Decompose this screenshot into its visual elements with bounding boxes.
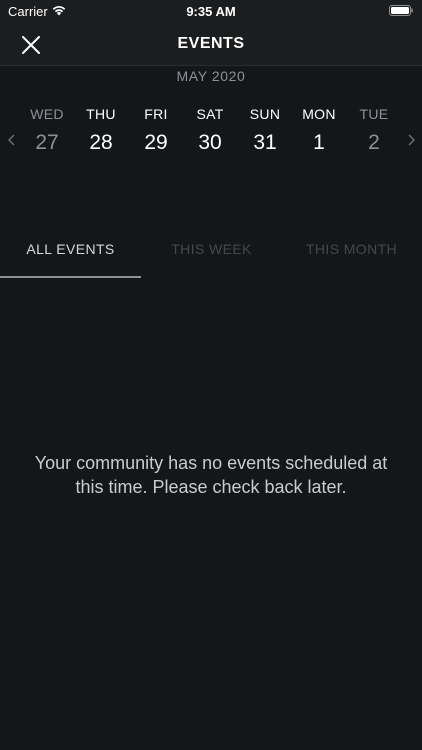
day-name: SUN — [249, 106, 281, 122]
active-tab-indicator — [0, 276, 141, 278]
tab-this-month[interactable]: THIS MONTH — [281, 228, 422, 280]
day-number: 30 — [198, 131, 222, 154]
day-name: SAT — [196, 106, 224, 122]
chevron-left-icon — [7, 134, 14, 146]
battery-icon — [389, 5, 413, 16]
tab-this-week[interactable]: THIS WEEK — [141, 228, 282, 280]
nav-bar: EVENTS — [0, 24, 422, 66]
day-name: MON — [302, 106, 336, 122]
next-week-button[interactable] — [404, 132, 418, 148]
tab-all-events[interactable]: ALL EVENTS — [0, 228, 141, 280]
day-number: 1 — [313, 131, 325, 154]
status-time: 9:35 AM — [186, 4, 236, 19]
day-number: 31 — [253, 131, 277, 154]
empty-state-message: Your community has no events scheduled a… — [34, 453, 388, 497]
week-strip: WED 27 THU 28 FRI 29 SAT 30 SUN 31 MON 1… — [0, 98, 422, 178]
day-cell[interactable]: TUE 2 — [347, 106, 401, 155]
filter-tabs: ALL EVENTS THIS WEEK THIS MONTH — [0, 228, 422, 280]
day-cell[interactable]: FRI 29 — [129, 106, 183, 155]
day-number: 27 — [35, 131, 59, 154]
day-number: 29 — [144, 131, 168, 154]
day-name: TUE — [359, 106, 389, 122]
day-cell[interactable]: MON 1 — [292, 106, 346, 155]
month-label: MAY 2020 — [176, 68, 246, 84]
chevron-right-icon — [408, 134, 415, 146]
day-cell[interactable]: WED 27 — [20, 106, 74, 155]
day-number: 28 — [89, 131, 113, 154]
page-title: EVENTS — [177, 35, 245, 52]
events-screen: Carrier 9:35 AM EVENTS MAY 2020 WED 27 T… — [0, 0, 422, 750]
day-number: 2 — [368, 131, 380, 154]
day-name: WED — [30, 106, 64, 122]
day-name: THU — [86, 106, 116, 122]
day-cell[interactable]: THU 28 — [74, 106, 128, 155]
day-cell[interactable]: SUN 31 — [238, 106, 292, 155]
prev-week-button[interactable] — [4, 132, 18, 148]
day-name: FRI — [144, 106, 168, 122]
status-bar: Carrier 9:35 AM — [0, 0, 422, 24]
day-cell[interactable]: SAT 30 — [183, 106, 237, 155]
